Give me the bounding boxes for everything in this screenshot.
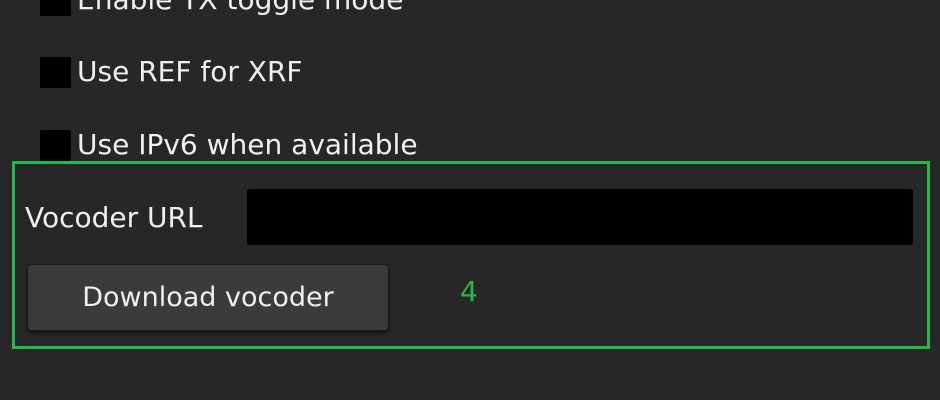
annotation-number: 4	[460, 275, 478, 308]
tx-toggle-mode-checkbox[interactable]: ✓	[40, 0, 71, 16]
use-ref-for-xrf-checkbox[interactable]	[40, 56, 71, 88]
use-ipv6-option[interactable]: Use IPv6 when available	[40, 129, 418, 161]
use-ref-for-xrf-label: Use REF for XRF	[77, 55, 303, 88]
download-vocoder-button[interactable]: Download vocoder	[27, 264, 389, 331]
settings-screen: ✓ Enable TX toggle mode Use REF for XRF …	[0, 0, 940, 400]
vocoder-url-input[interactable]	[247, 189, 913, 245]
use-ref-for-xrf-option[interactable]: Use REF for XRF	[40, 56, 303, 88]
use-ipv6-checkbox[interactable]	[40, 129, 71, 161]
tx-toggle-mode-label: Enable TX toggle mode	[77, 0, 403, 16]
use-ipv6-label: Use IPv6 when available	[77, 128, 418, 161]
tx-toggle-mode-option[interactable]: ✓ Enable TX toggle mode	[40, 0, 403, 16]
vocoder-url-label: Vocoder URL	[25, 201, 203, 234]
